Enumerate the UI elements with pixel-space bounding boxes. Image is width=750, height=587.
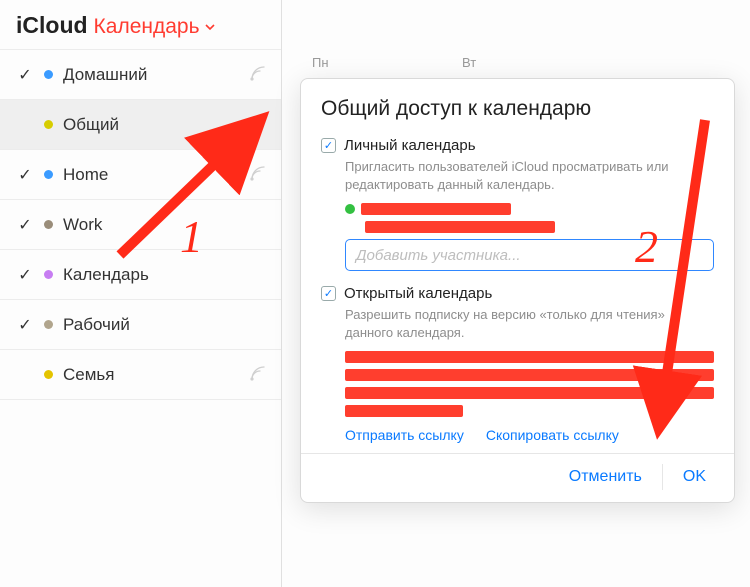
calendar-item[interactable]: ✓ Home [0,150,281,200]
calendar-item[interactable]: ✓ Домашний [0,50,281,100]
share-icon[interactable] [247,165,267,185]
sidebar-header: iCloud Календарь [0,0,281,49]
public-calendar-row[interactable]: ✓ Открытый календарь [321,285,714,302]
send-link-button[interactable]: Отправить ссылку [345,427,464,443]
share-icon[interactable] [247,65,267,85]
calendar-color-dot [44,220,53,229]
check-icon: ✓ [14,265,36,285]
calendar-color-dot [44,320,53,329]
weekday: Пн [282,55,432,75]
copy-link-button[interactable]: Скопировать ссылку [486,427,619,443]
link-actions: Отправить ссылку Скопировать ссылку [345,427,714,443]
popover-footer: Отменить OK [301,453,734,502]
calendar-item[interactable]: Общий [0,100,281,150]
private-calendar-label: Личный календарь [344,137,476,154]
calendar-list: ✓ Домашний Общий ✓ Home ✓ Work ✓ Календарь ✓ Рабоч… [0,49,281,400]
share-icon[interactable] [247,365,267,385]
calendar-color-dot [44,370,53,379]
calendar-label: Общий [63,115,119,135]
private-calendar-row[interactable]: ✓ Личный календарь [321,137,714,154]
calendar-item[interactable]: Семья [0,350,281,400]
calendar-label: Рабочий [63,315,130,335]
public-calendar-label: Открытый календарь [344,285,492,302]
calendar-color-dot [44,170,53,179]
calendar-label: Домашний [63,65,147,85]
check-icon: ✓ [14,315,36,335]
calendar-color-dot [44,270,53,279]
dropdown-label: Календарь [94,15,200,39]
calendar-label: Семья [63,365,114,385]
cancel-button[interactable]: Отменить [559,464,652,490]
calendar-color-dot [44,120,53,129]
calendar-color-dot [44,70,53,79]
checkbox-checked-icon[interactable]: ✓ [321,138,336,153]
calendar-label: Календарь [63,265,149,285]
brand-label: iCloud [16,12,88,39]
add-participant-input[interactable]: Добавить участника... [345,239,714,271]
calendar-dropdown[interactable]: Календарь [94,15,216,39]
share-popover: Общий доступ к календарю ✓ Личный календ… [300,78,735,503]
status-dot-icon [345,204,355,214]
ok-button[interactable]: OK [662,464,716,490]
calendar-sidebar: iCloud Календарь ✓ Домашний Общий ✓ Home ✓ Wor… [0,0,282,587]
calendar-item[interactable]: ✓ Рабочий [0,300,281,350]
check-icon: ✓ [14,215,36,235]
share-icon[interactable] [247,115,267,135]
calendar-label: Work [63,215,102,235]
add-participant-placeholder: Добавить участника... [356,247,521,264]
chevron-down-icon [204,21,216,33]
public-url-redacted [345,351,714,417]
popover-title: Общий доступ к календарю [321,97,714,121]
check-icon: ✓ [14,165,36,185]
calendar-item[interactable]: ✓ Календарь [0,250,281,300]
weekday-header: Пн Вт [282,55,750,75]
checkbox-checked-icon[interactable]: ✓ [321,286,336,301]
calendar-label: Home [63,165,108,185]
calendar-item[interactable]: ✓ Work [0,200,281,250]
private-calendar-desc: Пригласить пользователей iCloud просматр… [345,158,714,193]
weekday: Вт [432,55,582,75]
check-icon: ✓ [14,65,36,85]
public-calendar-desc: Разрешить подписку на версию «только для… [345,306,714,341]
participants-redacted [345,203,714,233]
